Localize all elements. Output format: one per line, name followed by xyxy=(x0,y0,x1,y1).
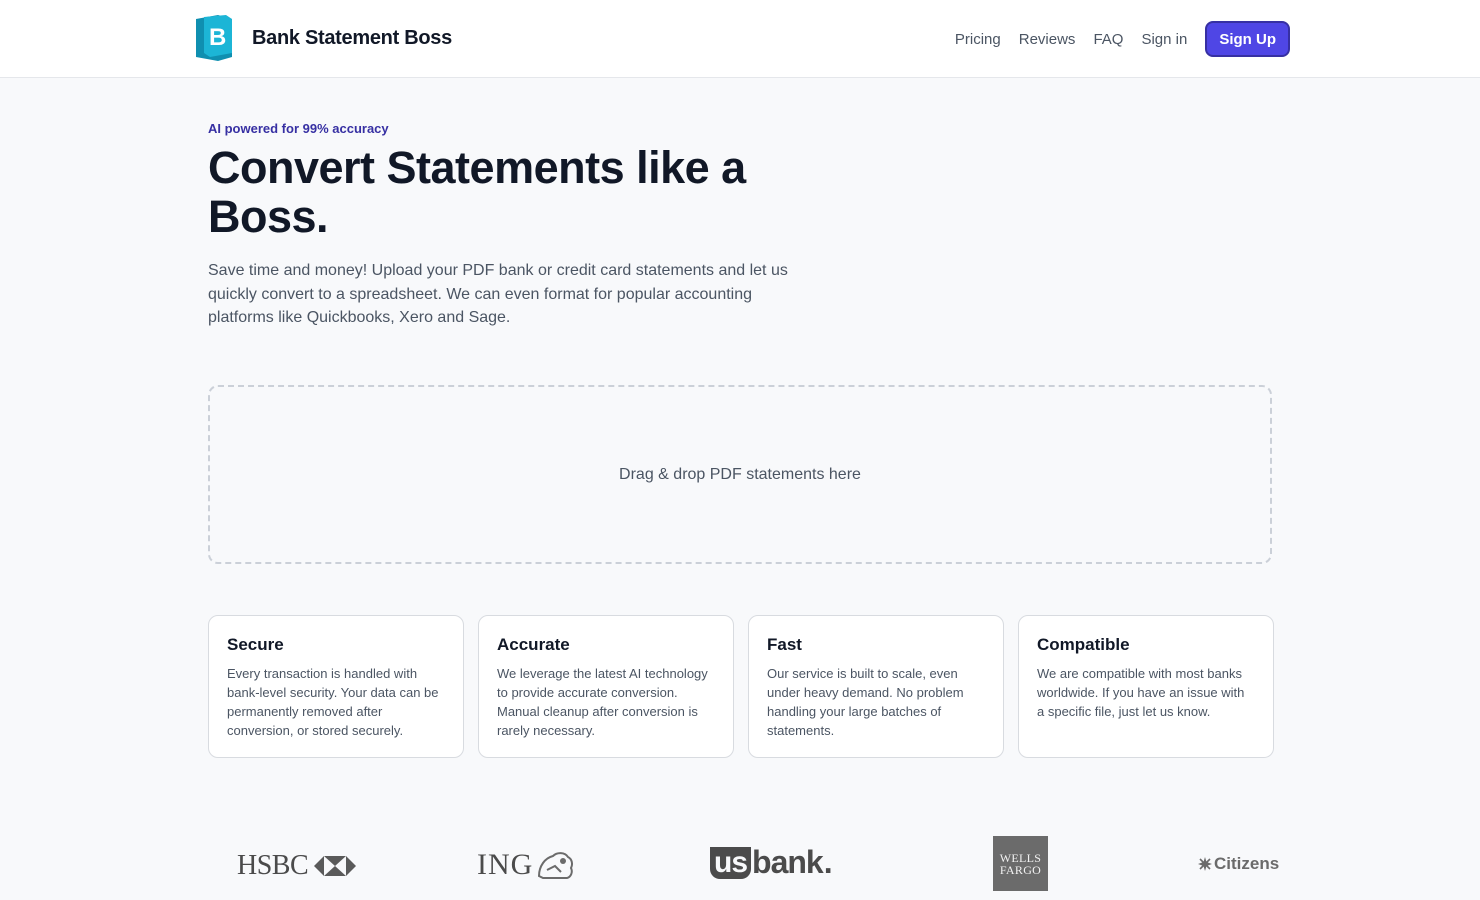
citizens-star-icon xyxy=(1198,857,1212,871)
hero-title: Convert Statements like a Boss. xyxy=(208,142,746,242)
usbank-logo: us bank . xyxy=(710,844,833,881)
features-list: Secure Every transaction is handled with… xyxy=(208,615,1274,758)
nav-pricing-link[interactable]: Pricing xyxy=(955,31,1001,48)
ing-lion-icon xyxy=(538,852,574,879)
brand-name: Bank Statement Boss xyxy=(252,26,452,49)
wells-fargo-line2: FARGO xyxy=(999,862,1042,877)
feature-card-compatible: Compatible We are compatible with most b… xyxy=(1018,615,1274,758)
nav-sign-in-link[interactable]: Sign in xyxy=(1141,31,1187,48)
citizens-logo: Citizens xyxy=(1198,854,1279,874)
feature-text: Our service is built to scale, even unde… xyxy=(767,666,964,738)
usbank-bank-text: bank xyxy=(752,844,824,880)
main-nav: Pricing Reviews FAQ Sign in Sign Up xyxy=(955,21,1290,57)
citizens-wordmark: Citizens xyxy=(1214,854,1280,873)
feature-card-fast: Fast Our service is built to scale, even… xyxy=(748,615,1004,758)
logo-letter: B xyxy=(209,24,226,51)
ing-logo: ING xyxy=(477,848,575,882)
usbank-dot: . xyxy=(823,844,833,880)
brand[interactable]: B Bank Statement Boss xyxy=(192,13,452,63)
feature-text: Every transaction is handled with bank-l… xyxy=(227,666,439,738)
feature-title: Compatible xyxy=(1037,635,1130,654)
hero-description: Save time and money! Upload your PDF ban… xyxy=(208,262,788,326)
hsbc-logo: HSBC xyxy=(237,850,357,882)
feature-card-secure: Secure Every transaction is handled with… xyxy=(208,615,464,758)
feature-text: We leverage the latest AI technology to … xyxy=(497,666,708,738)
feature-card-accurate: Accurate We leverage the latest AI techn… xyxy=(478,615,734,758)
site-header: B Bank Statement Boss Pricing Reviews FA… xyxy=(0,0,1480,78)
wells-fargo-line1: WELLS xyxy=(999,850,1042,865)
hsbc-hexagon-icon xyxy=(314,856,357,876)
hsbc-wordmark: HSBC xyxy=(237,850,309,881)
dropzone-label: Drag & drop PDF statements here xyxy=(619,465,861,483)
nav-reviews-link[interactable]: Reviews xyxy=(1019,31,1076,48)
feature-title: Accurate xyxy=(497,635,570,654)
hero-section: AI powered for 99% accuracy Convert Stat… xyxy=(208,121,808,330)
usbank-us-mark: us xyxy=(710,846,752,879)
nav-faq-link[interactable]: FAQ xyxy=(1093,31,1123,48)
feature-title: Secure xyxy=(227,635,284,654)
sign-up-button[interactable]: Sign Up xyxy=(1205,21,1290,57)
wells-fargo-logo: WELLS FARGO xyxy=(993,836,1048,891)
hero-eyebrow: AI powered for 99% accuracy xyxy=(208,121,389,136)
ing-wordmark: ING xyxy=(477,848,534,881)
brand-logo-icon: B xyxy=(196,15,232,61)
bank-logos: HSBC ING us bank . WELLS FARGO Citizens xyxy=(230,832,1280,894)
feature-title: Fast xyxy=(767,635,802,654)
feature-text: We are compatible with most banks worldw… xyxy=(1037,666,1245,719)
pdf-dropzone[interactable]: Drag & drop PDF statements here xyxy=(208,385,1272,564)
